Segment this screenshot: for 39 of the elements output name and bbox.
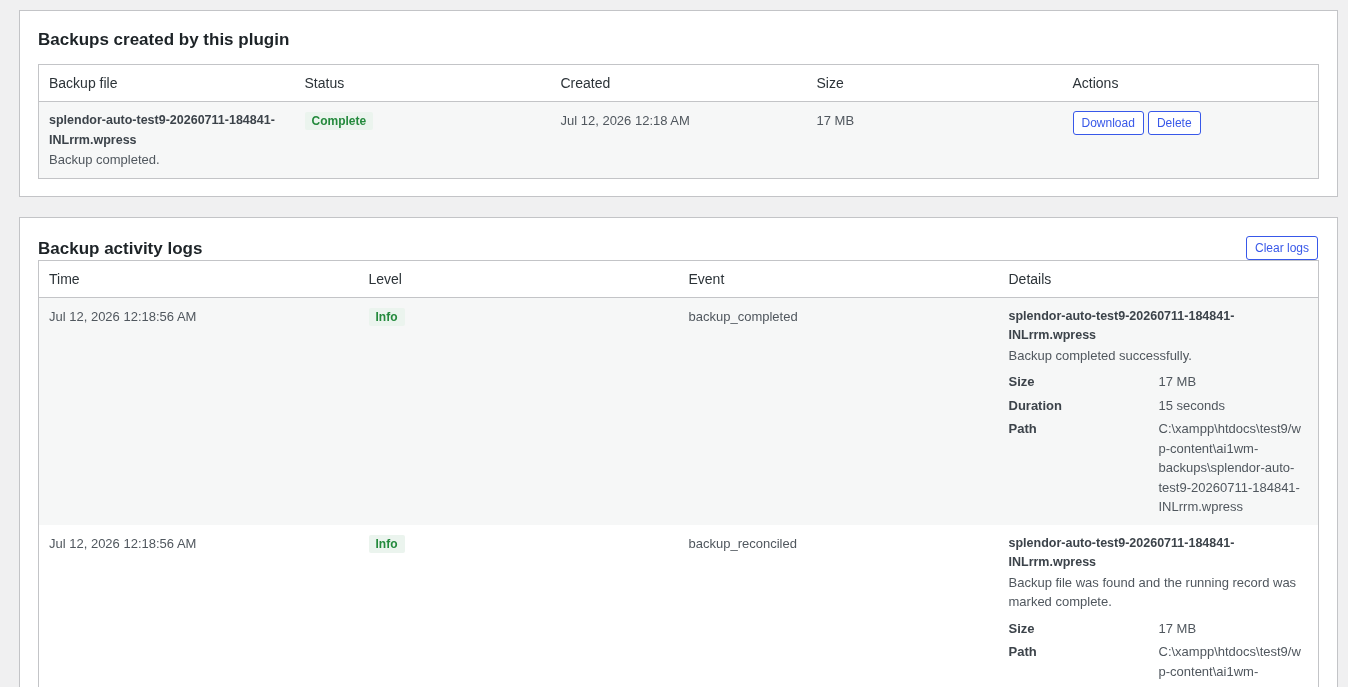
download-button[interactable]: Download bbox=[1072, 111, 1144, 135]
backup-file-name: splendor-auto-test9-20260711-184841-INLrrm.wpress bbox=[1008, 534, 1236, 571]
created-cell: Jul 12, 2026 12:18 AM bbox=[550, 101, 807, 178]
status-badge: Complete bbox=[304, 112, 374, 130]
size-cell: 17 MB bbox=[806, 101, 1063, 178]
status-badge: Info bbox=[368, 307, 405, 326]
column-header: Level bbox=[358, 260, 679, 297]
column-header: Event bbox=[678, 260, 999, 297]
event-cell: backup_completed bbox=[678, 297, 999, 525]
time-cell: Jul 12, 2026 12:18:56 AM bbox=[38, 524, 359, 687]
meta-label: Size bbox=[1008, 619, 1036, 638]
meta-label: Path bbox=[1008, 420, 1038, 438]
log-message: Backup completed successfully. bbox=[1008, 346, 1193, 365]
log-message: Backup file was found and the running record was marked complete. bbox=[1008, 573, 1298, 611]
panel-title: Backup activity logs bbox=[38, 237, 203, 260]
meta-value: 17 MB bbox=[1158, 619, 1198, 638]
event-cell: backup_reconciled bbox=[678, 524, 999, 687]
column-header: Status bbox=[294, 64, 551, 102]
backup-file-name: splendor-auto-test9-20260711-184841-INLrrm.wpress bbox=[1008, 307, 1236, 344]
column-header: Created bbox=[550, 64, 807, 102]
meta-value: 17 MB bbox=[1158, 373, 1198, 391]
clear-logs-button[interactable]: Clear logs bbox=[1245, 235, 1318, 260]
time-cell: Jul 12, 2026 12:18:56 AM bbox=[38, 297, 359, 525]
meta-value: 15 seconds bbox=[1158, 396, 1226, 415]
column-header: Actions bbox=[1062, 64, 1319, 102]
panel-title: Backups created by this plugin bbox=[38, 29, 291, 51]
meta-value: C:\xampp\htdocs\test9/wp-content\ai1wm-backups\splendor-auto-test9-20260711-184841-INLrrm.wpress bbox=[1158, 420, 1302, 516]
column-header: Backup file bbox=[38, 64, 295, 102]
meta-label: Duration bbox=[1008, 396, 1063, 415]
meta-label: Size bbox=[1008, 373, 1036, 391]
delete-button[interactable]: Delete bbox=[1147, 111, 1201, 135]
column-header: Time bbox=[38, 260, 359, 297]
column-header: Details bbox=[998, 260, 1319, 297]
backup-file-name: splendor-auto-test9-20260711-184841-INLrrm.wpress bbox=[49, 112, 276, 149]
status-badge: Info bbox=[368, 534, 405, 553]
backup-note: Backup completed. bbox=[49, 151, 161, 169]
meta-value: C:\xampp\htdocs\test9/wp-content\ai1wm- bbox=[1158, 643, 1302, 681]
meta-label: Path bbox=[1008, 643, 1038, 661]
column-header: Size bbox=[806, 64, 1063, 102]
